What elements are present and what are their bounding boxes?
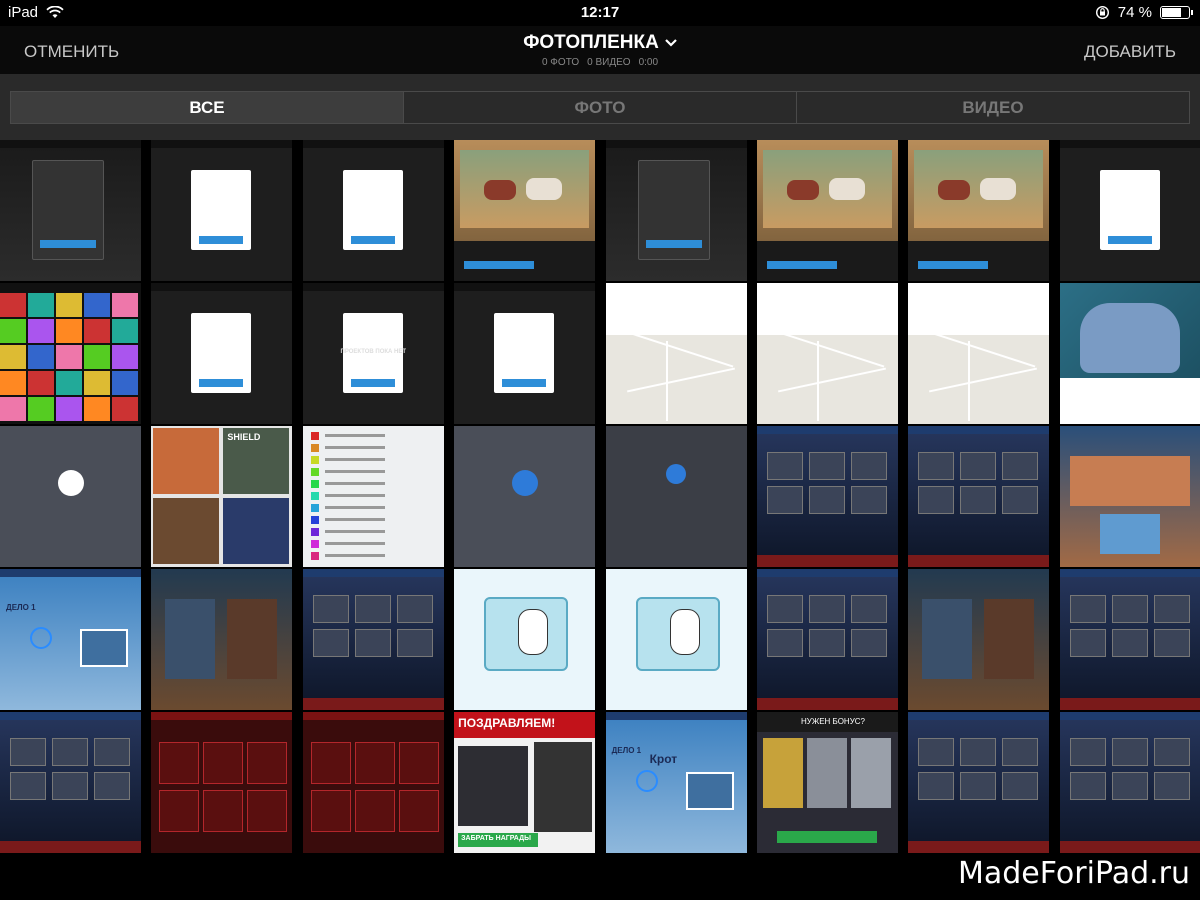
photo-thumbnail[interactable]: НУЖЕН БОНУС? <box>756 712 898 853</box>
photo-thumbnail[interactable] <box>1059 140 1200 281</box>
status-right: 74 % <box>1095 4 1193 21</box>
photo-thumbnail[interactable] <box>908 426 1050 567</box>
photo-thumbnail[interactable] <box>756 140 898 281</box>
mole-label: Крот <box>649 752 678 766</box>
photo-thumbnail[interactable] <box>151 569 293 710</box>
photo-thumbnail[interactable] <box>1059 426 1200 567</box>
photo-thumbnail[interactable] <box>908 712 1050 853</box>
page-title: ФОТОПЛЕНКА <box>523 32 659 53</box>
photo-thumbnail[interactable] <box>605 283 747 424</box>
photo-thumbnail[interactable] <box>454 426 596 567</box>
case-label: ДЕЛО 1 <box>6 603 36 612</box>
no-projects-label: ПРОЕКТОВ ПОКА НЕТ <box>340 349 407 355</box>
clock: 12:17 <box>580 4 620 21</box>
battery-fill <box>1162 8 1181 17</box>
photo-thumbnail[interactable] <box>605 569 747 710</box>
photo-count: 0 ФОТО <box>541 57 580 68</box>
selection-summary: 0 ФОТО 0 ВИДЕО 0:00 <box>0 57 1200 68</box>
rotation-lock-icon <box>1095 5 1109 20</box>
add-button[interactable]: ДОБАВИТЬ <box>1084 42 1176 62</box>
photo-thumbnail[interactable]: ПОЗДРАВЛЯЕМ! ЗАБРАТЬ НАГРАДЫ <box>454 712 596 853</box>
photo-thumbnail[interactable]: ДЕЛО 1 <box>0 569 141 710</box>
photo-thumbnail[interactable] <box>0 283 141 424</box>
photo-thumbnail[interactable] <box>151 712 293 853</box>
photo-thumbnail[interactable] <box>454 140 596 281</box>
bonus-label: НУЖЕН БОНУС? <box>800 717 866 726</box>
photo-thumbnail[interactable]: ДЕЛО 1 Крот <box>605 712 747 853</box>
congrats-label: ПОЗДРАВЛЯЕМ! <box>458 716 556 730</box>
photo-thumbnail[interactable] <box>151 140 293 281</box>
collect-label: ЗАБРАТЬ НАГРАДЫ <box>461 835 531 842</box>
watermark: MadeForiPad.ru <box>957 856 1190 891</box>
shield-label: SHIELD <box>227 432 261 442</box>
photo-thumbnail[interactable] <box>454 569 596 710</box>
photo-thumbnail[interactable] <box>908 283 1050 424</box>
photo-thumbnail[interactable] <box>302 712 444 853</box>
media-filter: ВСЕ ФОТО ВИДЕО <box>10 91 1190 124</box>
total-duration: 0:00 <box>638 57 659 68</box>
photo-thumbnail[interactable] <box>0 140 141 281</box>
filter-area: ВСЕ ФОТО ВИДЕО <box>0 74 1200 140</box>
photo-thumbnail[interactable] <box>756 569 898 710</box>
photo-thumbnail[interactable] <box>756 283 898 424</box>
status-bar: iPad 12:17 74 % <box>0 0 1200 26</box>
nav-title-wrap: ФОТОПЛЕНКА 0 ФОТО 0 ВИДЕО 0:00 <box>0 32 1200 68</box>
photo-thumbnail[interactable] <box>605 140 747 281</box>
photo-thumbnail[interactable] <box>908 569 1050 710</box>
chevron-down-icon <box>665 39 677 47</box>
photo-thumbnail[interactable] <box>151 283 293 424</box>
album-selector[interactable]: ФОТОПЛЕНКА <box>523 32 677 54</box>
battery-percent: 74 % <box>1117 4 1152 21</box>
photo-grid: ПРОЕКТОВ ПОКА НЕТ SHIELD ДЕЛО 1 ПОЗДРАВЛЯЕМ… <box>0 140 1200 860</box>
photo-thumbnail[interactable] <box>756 426 898 567</box>
photo-thumbnail[interactable] <box>605 426 747 567</box>
video-count: 0 ВИДЕО <box>587 57 631 68</box>
battery-icon <box>1160 6 1193 19</box>
photo-thumbnail[interactable] <box>302 426 444 567</box>
tab-all[interactable]: ВСЕ <box>11 92 404 123</box>
photo-thumbnail[interactable] <box>908 140 1050 281</box>
case-label: ДЕЛО 1 <box>611 746 642 755</box>
tab-video[interactable]: ВИДЕО <box>797 92 1189 123</box>
photo-thumbnail[interactable]: ПРОЕКТОВ ПОКА НЕТ <box>302 283 444 424</box>
nav-bar: ОТМЕНИТЬ ФОТОПЛЕНКА 0 ФОТО 0 ВИДЕО 0:00 … <box>0 26 1200 74</box>
photo-thumbnail[interactable] <box>0 712 141 853</box>
tab-photo[interactable]: ФОТО <box>404 92 797 123</box>
photo-thumbnail[interactable] <box>302 569 444 710</box>
photo-thumbnail[interactable] <box>1059 569 1200 710</box>
photo-thumbnail[interactable] <box>302 140 444 281</box>
photo-thumbnail[interactable] <box>1059 283 1200 424</box>
photo-thumbnail[interactable] <box>0 426 141 567</box>
photo-thumbnail[interactable] <box>454 283 596 424</box>
photo-thumbnail[interactable]: SHIELD <box>151 426 293 567</box>
photo-thumbnail[interactable] <box>1059 712 1200 853</box>
